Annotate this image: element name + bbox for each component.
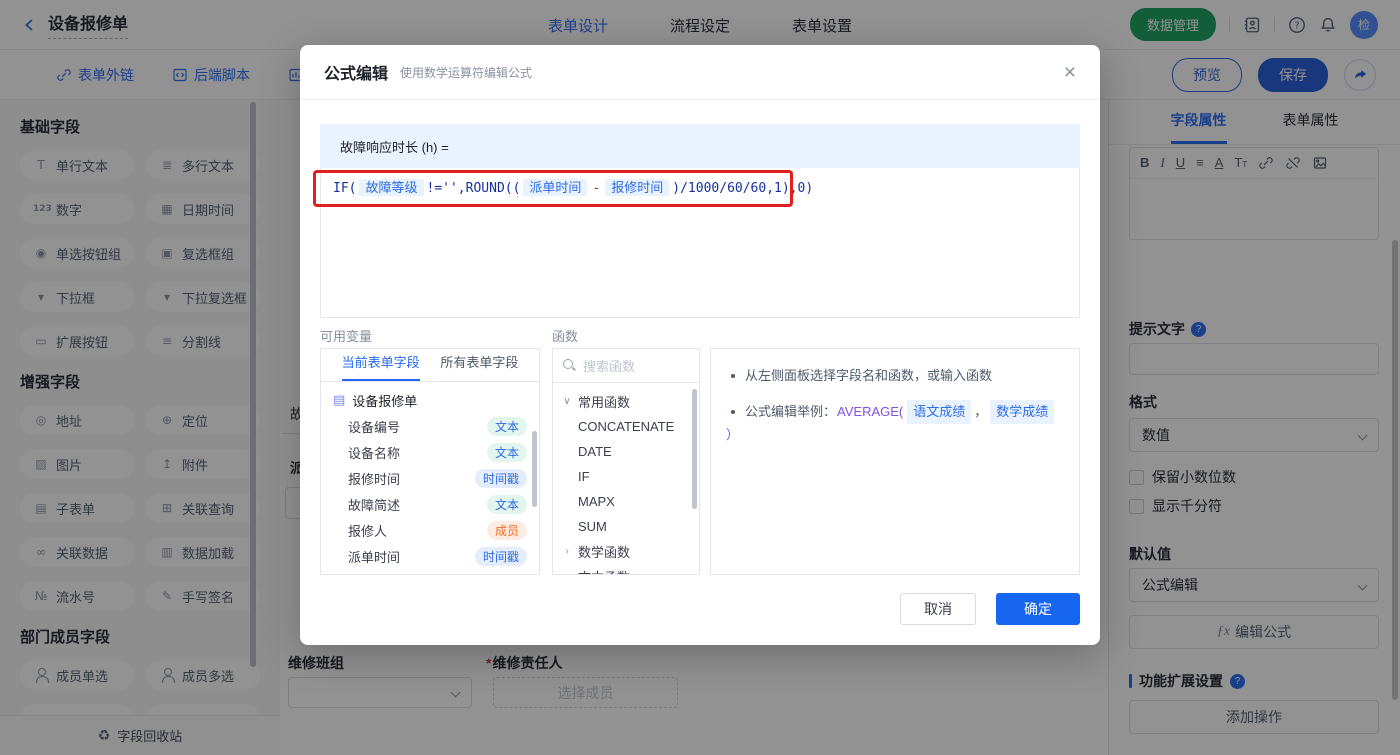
bullet-icon [731,410,735,414]
variable-row[interactable]: 派单时间 时间戳 [321,543,539,569]
variable-name: 设备编号 [348,419,401,435]
function-group-label: 文本函数 [578,567,630,574]
function-group[interactable]: ∨ 常用函数 [553,389,699,414]
variables-tabs: 当前表单字段 所有表单字段 [321,349,539,382]
formula-input-area[interactable]: IF(故障等级 !='',ROUND((派单时间 - 报修时间)/1000/60/60… [320,168,1080,318]
code-token: !='',ROUND(( [426,181,521,196]
function-item-sum[interactable]: SUM [553,514,699,539]
variable-type-badge: 文本 [486,442,527,462]
field-token[interactable]: 报修时间 [605,179,670,196]
variable-row[interactable]: 报修时间 时间戳 [321,465,539,491]
variable-row[interactable] [321,569,539,574]
variables-root-node[interactable]: ▤ 设备报修单 [321,387,539,413]
variable-type-badge: 文本 [486,416,527,436]
modal-title: 公式编辑 [324,66,389,83]
variable-name: 设备名称 [348,445,401,461]
formula-target-label: 故障响应时长 (h) = [320,124,1080,168]
app-window: 设备报修单 表单设计流程设定表单设置 数据管理 ? 检 表单外链后端脚本数据权 … [0,0,1400,755]
cancel-button[interactable]: 取消 [900,593,976,625]
variables-tree: ▤ 设备报修单 设备编号 文本 设备名称 文本 报修时间 时间戳 故障简述 文本 报修人 成员 派单时间… [321,382,539,574]
tab-current-form-fields[interactable]: 当前表单字段 [341,352,420,381]
function-group[interactable]: › 数学函数 [553,539,699,564]
variable-type-badge: 文本 [486,494,527,514]
form-doc-icon: ▤ [333,392,346,408]
function-item-concatenate[interactable]: CONCATENATE [553,414,699,439]
function-group-label: 常用函数 [578,395,631,410]
function-item-if[interactable]: IF [553,464,699,489]
variable-type-badge: 成员 [486,520,527,540]
variable-type-badge: 时间戳 [474,546,527,566]
functions-tree: ∨ 常用函数 CONCATENATEDATEIFMAPXSUM › 数学函数 › 文本函数 [553,383,699,574]
chevron-right-icon: › [565,546,569,557]
functions-label: 函数 [552,329,579,344]
function-search-input[interactable]: 搜索函数 [553,349,699,383]
bullet-icon [731,374,735,378]
confirm-button[interactable]: 确定 [996,593,1080,625]
chevron-right-icon: › [562,571,572,574]
variable-row[interactable]: 故障简述 文本 [321,491,539,517]
variables-panel: 当前表单字段 所有表单字段 ▤ 设备报修单 设备编号 文本 设备名称 文本 报修时间 时间戳 故障… [320,348,540,575]
variable-row[interactable]: 报修人 成员 [321,517,539,543]
variables-scrollbar[interactable] [532,431,537,507]
functions-scrollbar[interactable] [692,389,697,509]
variable-type-badge [489,573,527,574]
close-icon[interactable]: × [1064,62,1076,83]
help-tip-1: 从左侧面板选择字段名和函数，或输入函数 [725,365,1065,387]
variable-name: 故障简述 [348,497,401,513]
function-item-date[interactable]: DATE [553,439,699,464]
variable-name: 报修人 [348,523,388,539]
variable-row[interactable]: 设备名称 文本 [321,439,539,465]
modal-subtitle: 使用数学运算符编辑公式 [400,65,533,80]
variable-name: 派单时间 [348,549,401,565]
function-group-label: 数学函数 [578,545,631,560]
help-tip-2: 公式编辑举例： AVERAGE(语文成绩，数学成绩） [725,400,1065,446]
chevron-down-icon: ∨ [563,396,571,407]
search-placeholder: 搜索函数 [583,359,636,374]
variables-label: 可用变量 [320,329,373,344]
functions-panel: 搜索函数 ∨常用函数CONCATENATEDATEIFMAPXSUM›数学函数›… [552,348,700,575]
function-item-mapx[interactable]: MAPX [553,489,699,514]
field-token[interactable]: 派单时间 [523,179,588,196]
variable-type-badge: 时间戳 [474,468,527,488]
search-icon [563,359,576,372]
tab-all-form-fields[interactable]: 所有表单字段 [440,352,518,381]
formula-editor: 故障响应时长 (h) = IF(故障等级 !='',ROUND((派单时间 - 报修时… [320,124,1080,318]
formula-expression: IF(故障等级 !='',ROUND((派单时间 - 报修时间)/1000/60/60… [333,177,1067,200]
code-token: IF( [333,181,357,196]
variables-root-label: 设备报修单 [352,393,418,409]
variable-name: 报修时间 [348,471,401,487]
formula-editor-modal: 公式编辑 使用数学运算符编辑公式 × 故障响应时长 (h) = IF(故障等级!… [300,45,1100,645]
help-panel: 从左侧面板选择字段名和函数，或输入函数 公式编辑举例： AVERAGE(语文成绩，… [710,348,1080,575]
code-token: )/1000/60/60,1),0) [672,181,814,196]
modal-footer: 取消 确定 [900,593,1080,625]
function-group[interactable]: › 文本函数 [553,564,699,574]
modal-header: 公式编辑 使用数学运算符编辑公式 × [300,45,1100,100]
field-token[interactable]: 故障等级 [359,179,424,196]
operator-token: - [592,181,601,196]
variable-row[interactable]: 设备编号 文本 [321,413,539,439]
